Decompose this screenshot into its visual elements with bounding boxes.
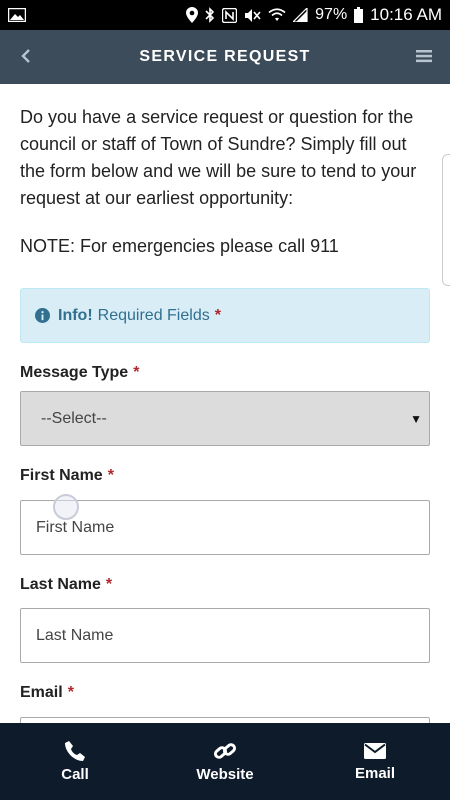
required-asterisk: * xyxy=(67,684,74,701)
form-content[interactable]: Do you have a service request or questio… xyxy=(0,84,450,723)
location-icon xyxy=(186,7,199,23)
required-asterisk: * xyxy=(107,467,114,484)
message-type-label: Message Type * xyxy=(20,364,139,382)
clock: 10:16 AM xyxy=(370,5,442,24)
app-header: SERVICE REQUEST xyxy=(0,30,450,84)
touch-indicator xyxy=(53,494,79,520)
edge-panel-handle[interactable] xyxy=(442,154,450,286)
page-title: SERVICE REQUEST xyxy=(139,48,311,65)
bluetooth-icon xyxy=(205,7,215,23)
battery-percent: 97% xyxy=(315,6,348,23)
alert-text: Required Fields xyxy=(97,306,210,324)
alert-strong: Info! xyxy=(58,306,93,324)
mute-icon xyxy=(244,8,261,23)
info-alert: Info! Required Fields * xyxy=(20,288,430,343)
emergency-note: NOTE: For emergencies please call 911 xyxy=(20,236,339,256)
email-label: Email * xyxy=(20,684,74,702)
hamburger-menu-icon xyxy=(416,50,432,63)
message-type-value: --Select-- xyxy=(41,409,107,427)
required-asterisk: * xyxy=(105,576,113,593)
message-type-select[interactable]: --Select-- ▼ xyxy=(20,391,430,446)
website-label: Website xyxy=(196,766,254,783)
phone-icon xyxy=(65,741,85,761)
call-button[interactable]: Call xyxy=(0,723,150,800)
bottom-nav: Call Website Email xyxy=(0,723,450,800)
battery-icon xyxy=(354,7,364,23)
first-name-input[interactable]: First Name xyxy=(20,500,430,555)
intro-text: Do you have a service request or questio… xyxy=(20,107,417,208)
wifi-icon xyxy=(268,8,286,22)
dropdown-caret-icon: ▼ xyxy=(410,412,422,426)
status-icons: 97% 10:16 AM xyxy=(186,5,442,25)
last-name-label-text: Last Name xyxy=(20,576,101,593)
email-nav-label: Email xyxy=(354,765,396,782)
link-icon xyxy=(213,743,237,759)
status-bar: 97% 10:16 AM xyxy=(0,0,450,30)
last-name-placeholder: Last Name xyxy=(36,626,114,644)
required-asterisk: * xyxy=(133,364,140,381)
signal-icon xyxy=(293,8,308,22)
required-asterisk: * xyxy=(214,306,221,324)
first-name-label: First Name * xyxy=(20,467,114,485)
nfc-icon xyxy=(222,7,238,23)
gallery-notification-icon xyxy=(8,8,26,22)
envelope-icon xyxy=(364,743,386,759)
first-name-label-text: First Name xyxy=(20,467,103,484)
last-name-label: Last Name * xyxy=(20,576,112,594)
email-button[interactable]: Email xyxy=(300,723,450,800)
email-label-text: Email xyxy=(20,684,63,701)
menu-button[interactable] xyxy=(412,44,436,68)
call-label: Call xyxy=(61,766,89,783)
first-name-placeholder: First Name xyxy=(36,518,115,536)
message-type-label-text: Message Type xyxy=(20,364,129,381)
last-name-input[interactable]: Last Name xyxy=(20,608,430,663)
info-circle-icon xyxy=(35,308,50,323)
chevron-left-icon xyxy=(21,49,30,63)
website-button[interactable]: Website xyxy=(150,723,300,800)
back-button[interactable] xyxy=(14,44,38,68)
